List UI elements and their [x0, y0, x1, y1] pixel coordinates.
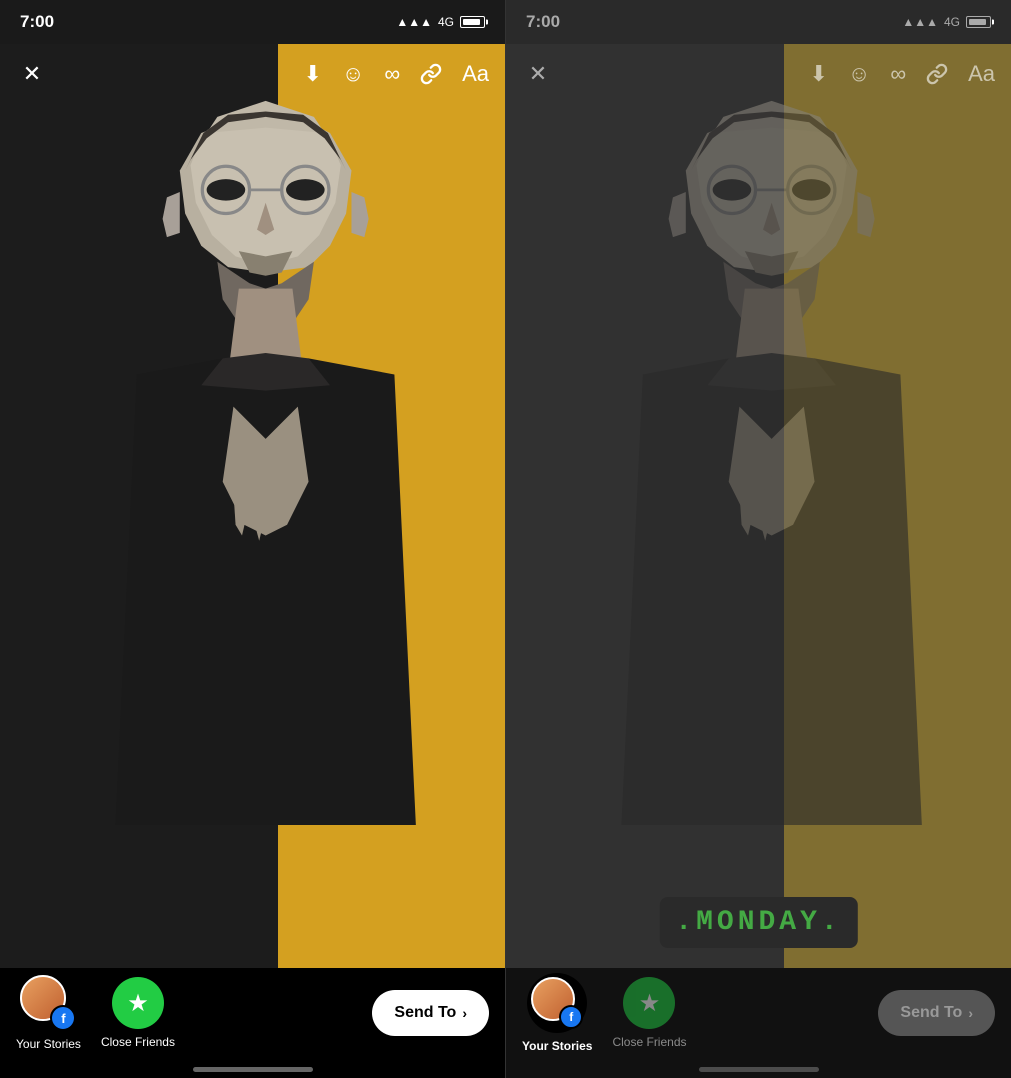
toolbar-right: ✕ ⬇ ☺ ∞ Aa — [506, 44, 1011, 104]
bottom-bar-right: f Your Stories ★ Close Friends Send To › — [506, 968, 1011, 1078]
boomerang-icon-right[interactable]: ∞ — [890, 61, 906, 87]
status-time-left: 7:00 — [20, 12, 54, 32]
your-stories-label-left: Your Stories — [16, 1037, 81, 1051]
close-friends-label-right: Close Friends — [612, 1035, 686, 1049]
story-background-right — [506, 44, 1011, 978]
dim-overlay-right — [506, 44, 1011, 978]
story-background-left — [0, 44, 505, 978]
status-bar-right: 7:00 ▲▲▲ 4G — [506, 0, 1011, 44]
your-stories-avatar-left: f — [20, 975, 76, 1031]
your-stories-option-left[interactable]: f Your Stories — [16, 975, 81, 1051]
right-phone: .MONDAY. 7:00 ▲▲▲ 4G ✕ ⬇ ☺ ∞ Aa — [506, 0, 1011, 1078]
star-icon-left: ★ — [127, 989, 149, 1018]
home-indicator-left — [193, 1067, 313, 1072]
network-label-left: 4G — [438, 15, 454, 29]
toolbar-close-area: ✕ — [16, 58, 48, 90]
close-friends-option-left[interactable]: ★ Close Friends — [101, 977, 175, 1049]
status-time-right: 7:00 — [526, 12, 560, 32]
download-icon-left[interactable]: ⬇ — [303, 61, 321, 87]
send-to-arrow-right: › — [968, 1005, 973, 1021]
status-right-left: ▲▲▲ 4G — [396, 15, 485, 29]
home-indicator-right — [699, 1067, 819, 1072]
your-stories-avatar-right: f — [531, 977, 583, 1029]
boomerang-icon-left[interactable]: ∞ — [384, 61, 400, 87]
send-to-button-left[interactable]: Send To › — [372, 990, 489, 1036]
your-stories-selected-circle: f — [527, 973, 587, 1033]
bottom-bar-left: f Your Stories ★ Close Friends Send To › — [0, 968, 505, 1078]
toolbar-left: ✕ ⬇ ☺ ∞ Aa — [0, 44, 505, 104]
close-button-right[interactable]: ✕ — [522, 58, 554, 90]
sticker-icon-left[interactable]: ☺ — [342, 61, 364, 87]
toolbar-close-area-right: ✕ — [522, 58, 554, 90]
download-icon-right[interactable]: ⬇ — [809, 61, 827, 87]
signal-icon-right: ▲▲▲ — [902, 15, 938, 29]
send-to-text-left: Send To — [394, 1004, 456, 1022]
network-label-right: 4G — [944, 15, 960, 29]
close-button-left[interactable]: ✕ — [16, 58, 48, 90]
status-bar-left: 7:00 ▲▲▲ 4G — [0, 0, 505, 44]
sticker-icon-right[interactable]: ☺ — [848, 61, 870, 87]
battery-icon-right — [966, 16, 991, 28]
send-to-button-right[interactable]: Send To › — [878, 990, 995, 1036]
signal-icon-left: ▲▲▲ — [396, 15, 432, 29]
your-stories-option-right[interactable]: f Your Stories — [522, 973, 592, 1053]
close-friends-avatar-right: ★ — [623, 977, 675, 1029]
close-friends-option-right[interactable]: ★ Close Friends — [612, 977, 686, 1049]
text-icon-left[interactable]: Aa — [462, 61, 489, 87]
battery-icon-left — [460, 16, 485, 28]
link-icon-right[interactable] — [926, 63, 948, 85]
close-friends-avatar-left: ★ — [112, 977, 164, 1029]
link-icon-left[interactable] — [420, 63, 442, 85]
close-friends-label-left: Close Friends — [101, 1035, 175, 1049]
monday-display-right: .MONDAY. — [659, 897, 857, 948]
toolbar-tools-left: ⬇ ☺ ∞ Aa — [303, 61, 489, 87]
text-icon-right[interactable]: Aa — [968, 61, 995, 87]
send-to-text-right: Send To — [900, 1004, 962, 1022]
star-icon-right: ★ — [639, 989, 661, 1018]
status-right-right: ▲▲▲ 4G — [902, 15, 991, 29]
your-stories-label-right: Your Stories — [522, 1039, 592, 1053]
send-to-arrow-left: › — [462, 1005, 467, 1021]
left-phone: 7:00 ▲▲▲ 4G ✕ ⬇ ☺ ∞ Aa — [0, 0, 505, 1078]
toolbar-tools-right: ⬇ ☺ ∞ Aa — [809, 61, 995, 87]
portrait-svg-left — [51, 74, 480, 825]
monday-text: .MONDAY. — [675, 907, 841, 938]
